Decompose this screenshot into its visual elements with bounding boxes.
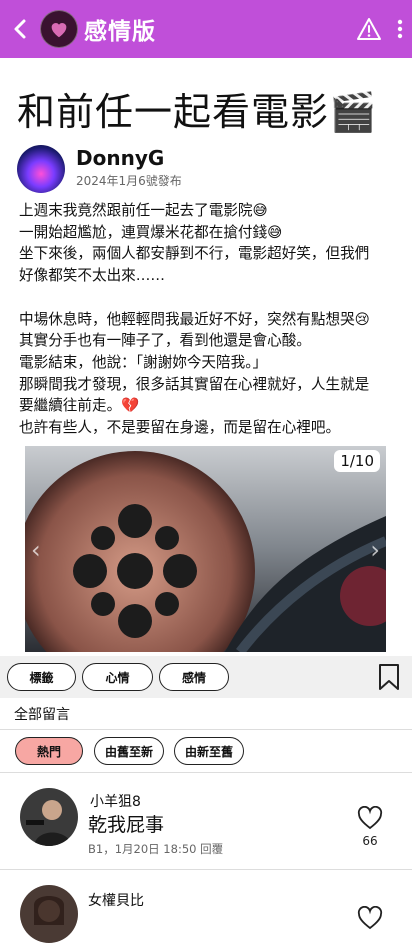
post-body-line: 也許有些人，不是要留在身邊，而是留在心裡吧。 <box>19 419 341 437</box>
chevron-right-icon[interactable]: › <box>370 536 380 564</box>
sort-oldest-button[interactable]: 由舊至新 <box>94 737 164 765</box>
commenter-avatar[interactable] <box>20 885 78 943</box>
more-vertical-icon[interactable] <box>396 18 404 40</box>
sort-newest-button[interactable]: 由新至舊 <box>174 737 244 765</box>
post-photo-carousel[interactable]: 1/10 ‹ › <box>25 446 386 652</box>
tag-pill[interactable]: 心情 <box>82 663 153 691</box>
author-avatar[interactable] <box>17 145 65 193</box>
post-body-line: 中場休息時，他輕輕問我最近好不好，突然有點想哭😢 <box>19 310 370 328</box>
heart-outline-icon <box>357 905 383 930</box>
post-body-line: 好像都笑不太出來…… <box>19 267 165 285</box>
bookmark-icon[interactable] <box>378 663 400 691</box>
divider <box>0 772 412 773</box>
like-button[interactable] <box>355 905 385 934</box>
heart-icon <box>51 23 67 38</box>
back-button[interactable] <box>0 0 40 58</box>
tag-pill[interactable]: 感情 <box>159 663 229 691</box>
post-body-line: 坐下來後，兩個人都安靜到不行，電影超好笑，但我們 <box>19 245 370 263</box>
post-body-line: 那瞬間我才發現，很多話其實留在心裡就好，人生就是 <box>19 375 370 393</box>
board-title[interactable]: 感情版 <box>84 12 156 46</box>
post-body-line: 要繼續往前走。💔 <box>19 397 140 415</box>
back-arrow-icon <box>14 19 26 39</box>
film-reel-image <box>25 446 386 652</box>
commenter-name[interactable]: 女權貝比 <box>88 890 144 910</box>
commenter-name[interactable]: 小羊狙8 <box>90 791 141 811</box>
tag-pill[interactable]: 標籤 <box>7 663 76 691</box>
tags-bar: 標籤 心情 感情 <box>0 656 412 698</box>
post-body-line <box>19 287 399 309</box>
comment-meta[interactable]: B1，1月20日 18:50 回覆 <box>88 841 223 857</box>
app-header: 感情版 <box>0 0 412 58</box>
commenter-avatar[interactable] <box>20 788 78 846</box>
chevron-left-icon[interactable]: ‹ <box>31 536 41 564</box>
photo-counter: 1/10 <box>334 450 380 472</box>
post-title: 和前任一起看電影🎬 <box>17 90 378 134</box>
heart-outline-icon <box>357 805 383 830</box>
post-body-line: 一開始超尷尬，連買爆米花都在搶付錢😅 <box>19 223 283 241</box>
author-name[interactable]: DonnyG <box>76 146 164 170</box>
warning-triangle-icon[interactable] <box>356 17 382 41</box>
post-body-line: 其實分手也有一陣子了，看到他還是會心酸。 <box>19 332 311 350</box>
divider <box>0 869 412 870</box>
divider <box>0 729 412 730</box>
post-body: 上週末我竟然跟前任一起去了電影院😅 一開始超尷尬，連買爆米花都在搶付錢😅 坐下來… <box>19 200 399 439</box>
like-count: 66 <box>362 834 378 848</box>
like-button[interactable]: 66 <box>355 805 385 848</box>
comments-label: 全部留言 <box>14 707 70 723</box>
post-date: 2024年1月6號發布 <box>76 174 182 188</box>
comment-text: 乾我屁事 <box>88 814 165 836</box>
board-avatar[interactable] <box>40 10 78 48</box>
post-body-line: 電影結束，他說：「謝謝妳今天陪我。」 <box>19 353 268 371</box>
post-body-line: 上週末我竟然跟前任一起去了電影院😅 <box>19 202 268 219</box>
sort-hot-button[interactable]: 熱門 <box>15 737 83 765</box>
